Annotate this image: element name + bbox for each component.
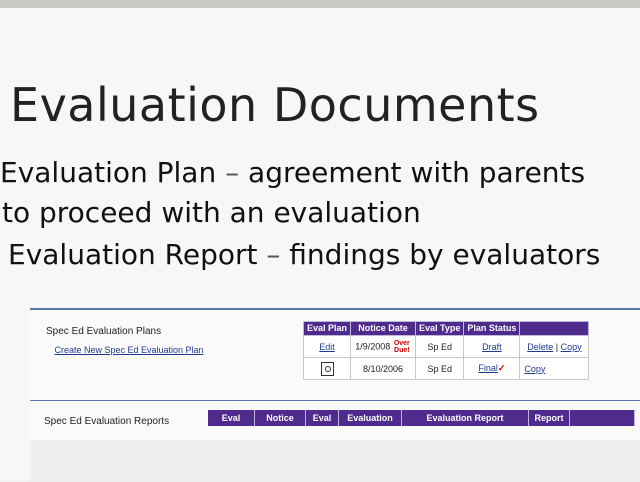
document-view-icon[interactable] xyxy=(320,361,334,376)
col-eval-plan: Eval Plan xyxy=(302,321,352,336)
reports-section-label: Spec Ed Evaluation Reports xyxy=(44,416,170,427)
view-icon-cell xyxy=(302,357,352,380)
bullet-continuation: to proceed with an evaluation xyxy=(2,196,421,229)
copy-link[interactable]: Copy xyxy=(561,342,582,352)
notice-date: 1/9/2008 xyxy=(355,340,391,351)
bottom-band xyxy=(30,440,640,482)
col-notice-date: Notice Date xyxy=(350,321,417,336)
table-header-row: Eval Plan Notice Date Eval Type Plan Sta… xyxy=(302,321,590,336)
bullet-term: Evaluation Plan xyxy=(0,156,217,189)
create-plan-link[interactable]: Create New Spec Ed Evaluation Plan xyxy=(44,344,214,356)
col-evaluation-report: Evaluation Report xyxy=(402,410,529,426)
slide-title: Evaluation Documents xyxy=(10,78,540,132)
notice-date-cell: 8/10/2006 xyxy=(350,357,417,380)
edit-link[interactable]: Edit xyxy=(319,342,335,352)
bullet-dash: – xyxy=(266,238,281,271)
col-eval: Eval xyxy=(208,410,255,426)
bullet-evaluation-report: Evaluation Report – findings by evaluato… xyxy=(8,238,600,271)
delete-link[interactable]: Delete xyxy=(527,342,553,352)
link-separator: | xyxy=(555,341,559,352)
plans-section-label: Spec Ed Evaluation Plans xyxy=(46,326,162,337)
col-actions xyxy=(519,321,590,336)
bullet-text: findings by evaluators xyxy=(289,238,601,271)
reports-header: Spec Ed Evaluation Reports Eval Notice E… xyxy=(30,410,640,430)
status-final-link[interactable]: Final xyxy=(478,363,498,373)
section-divider xyxy=(30,400,640,401)
copy-link[interactable]: Copy xyxy=(524,364,545,374)
table-row: Edit 1/9/2008 Over Due! Sp Ed Draft Dele… xyxy=(302,335,590,358)
status-draft-link[interactable]: Draft xyxy=(482,342,502,352)
checkmark-icon: ✓ xyxy=(497,363,506,373)
bullet-dash: – xyxy=(225,156,240,189)
eval-type-cell: Sp Ed xyxy=(415,357,465,380)
evaluation-screenshot: Spec Ed Evaluation Plans Create New Spec… xyxy=(30,308,640,482)
eval-type-cell: Sp Ed xyxy=(415,335,465,358)
col-blank xyxy=(570,410,635,426)
overdue-badge: Over Due! xyxy=(393,339,410,354)
bullet-text: agreement with parents xyxy=(248,156,586,189)
actions-cell: Copy xyxy=(519,357,590,380)
bullet-term: Evaluation Report xyxy=(8,238,258,271)
col-report: Report xyxy=(529,410,570,426)
col-eval-type: Eval Type xyxy=(415,321,465,336)
table-row: 8/10/2006 Sp Ed Final✓ Copy xyxy=(302,357,590,380)
plan-status-cell: Final✓ xyxy=(463,357,521,380)
edit-link-cell: Edit xyxy=(302,335,352,358)
col-notice: Notice xyxy=(255,410,306,426)
bullet-evaluation-plan: Evaluation Plan – agreement with parents xyxy=(0,156,585,189)
actions-cell: Delete | Copy xyxy=(519,335,590,358)
col-plan-status: Plan Status xyxy=(463,321,521,336)
col-eval-2: Eval xyxy=(306,410,339,426)
plan-status-cell: Draft xyxy=(463,335,521,358)
notice-date-cell: 1/9/2008 Over Due! xyxy=(350,335,417,358)
top-strip xyxy=(0,0,640,8)
evaluation-plans-table: Eval Plan Notice Date Eval Type Plan Sta… xyxy=(302,321,590,380)
col-evaluation: Evaluation xyxy=(339,410,402,426)
